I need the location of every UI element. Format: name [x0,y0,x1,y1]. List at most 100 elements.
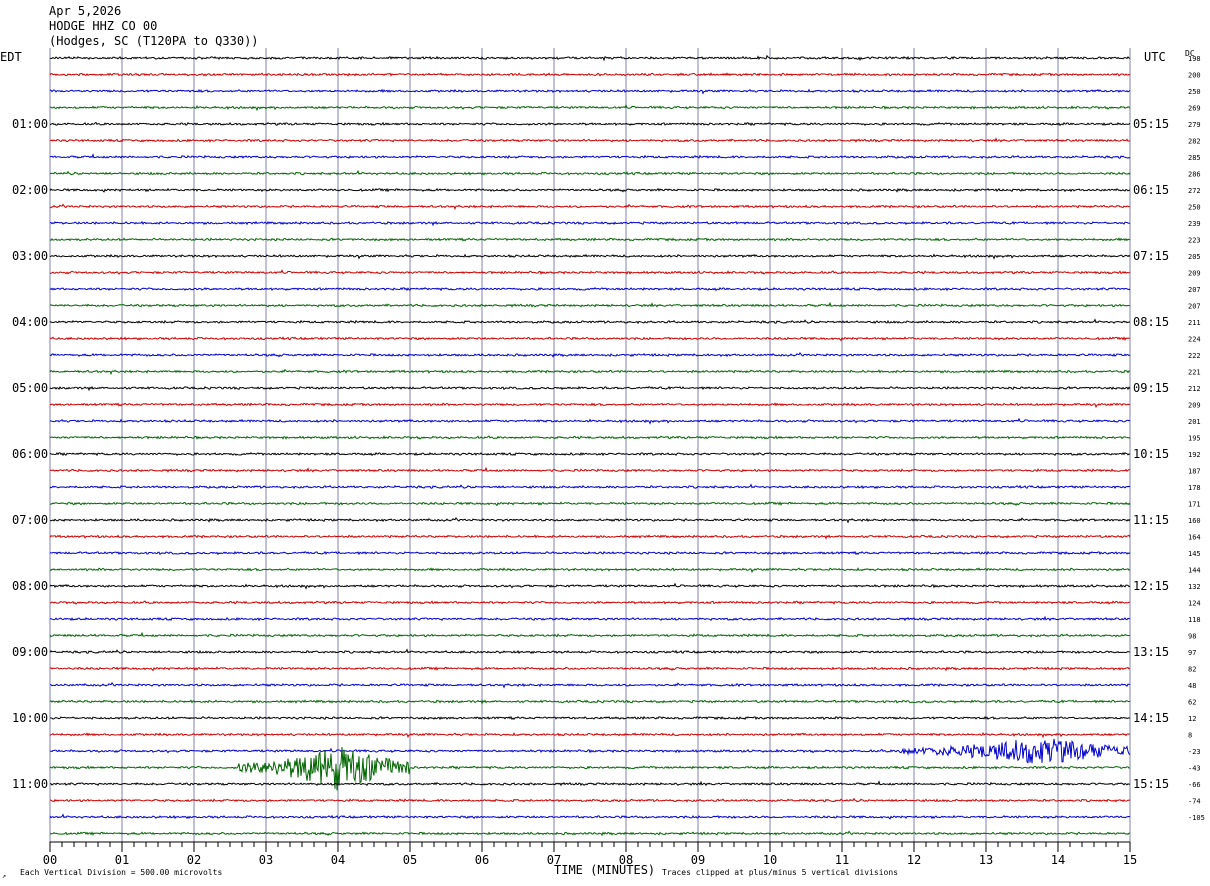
dc-offset-label: 97 [1188,649,1196,657]
trace-row-11 [49,237,1131,242]
trace-row-13 [49,269,1131,275]
trace-row-25 [49,466,1131,473]
dc-offset-label: -23 [1188,748,1201,756]
trace-row-40 [49,715,1131,721]
grid-lines [49,48,1131,842]
dc-offset-label: 209 [1188,402,1201,410]
trace-row-18 [49,351,1131,358]
dc-offset-label: 192 [1188,451,1201,459]
trace-row-3 [49,104,1131,112]
helicorder-chart: 01:00 02:00 03:00 04:00 05:00 06:00 07:00 08:00… [0,48,1205,880]
trace-row-33 [49,600,1131,605]
trace-row-21 [49,402,1131,409]
dc-offset-label: -105 [1188,814,1205,822]
dc-offset-label: 250 [1188,88,1201,96]
x-tick-label: 12 [907,853,921,867]
left-time-label: 02:00 [12,183,48,197]
trace-row-46 [49,813,1131,820]
trace-row-29 [49,534,1131,540]
x-tick-label: 15 [1123,853,1137,867]
dc-offset-label: 269 [1188,105,1201,113]
trace-row-37 [49,666,1131,672]
trace-row-17 [49,336,1131,342]
right-time-label: 06:15 [1133,183,1169,197]
dc-offset-label: 207 [1188,303,1201,311]
right-time-label: 14:15 [1133,711,1169,725]
scale-note: Each Vertical Division = 500.00 microvol… [20,868,222,877]
left-time-label: 05:00 [12,381,48,395]
dc-offset-label: 200 [1188,72,1201,80]
x-tick-label: 00 [43,853,57,867]
trace-row-15 [49,301,1131,308]
corner-mark: ↗ [2,872,6,880]
left-time-label: 08:00 [12,579,48,593]
trace-row-34 [49,615,1131,622]
trace-row-4 [49,121,1131,127]
dc-offset-label: 272 [1188,187,1201,195]
clip-note: Traces clipped at plus/minus 5 vertical … [662,868,898,877]
trace-row-32 [49,582,1131,590]
x-tick-label: 11 [835,853,849,867]
dc-offset-label: 285 [1188,154,1201,162]
trace-row-22 [50,417,1131,425]
dc-offset-label: 8 [1188,732,1192,740]
right-time-label: 07:15 [1133,249,1169,263]
right-time-label: 11:15 [1133,513,1169,527]
trace-row-28 [49,516,1131,524]
right-timezone-label: UTC [1144,50,1166,64]
dc-offset-label: 82 [1188,666,1196,674]
x-tick-label: 14 [1051,853,1065,867]
left-time-label: 09:00 [12,645,48,659]
trace-row-2 [49,88,1131,95]
dc-offset-label: 124 [1188,600,1201,608]
dc-offset-label: 239 [1188,220,1201,228]
dc-offset-label: 221 [1188,369,1201,377]
right-time-label: 15:15 [1133,777,1169,791]
trace-row-10 [49,220,1131,227]
x-tick-label: 03 [259,853,273,867]
trace-row-47 [49,830,1131,837]
trace-row-6 [49,153,1131,160]
dc-offset-label: 132 [1188,583,1201,591]
dc-offset-label: 164 [1188,534,1201,542]
trace-row-45 [49,797,1131,803]
x-tick-label: 04 [331,853,345,867]
trace-row-35 [49,631,1131,638]
seismic-traces [49,54,1131,837]
x-tick-label: 09 [691,853,705,867]
x-tick-label: 13 [979,853,993,867]
dc-offset-label: 211 [1188,319,1201,327]
left-time-label: 10:00 [12,711,48,725]
dc-offset-label: 222 [1188,352,1201,360]
dc-offset-label: 207 [1188,286,1201,294]
dc-offset-label: 160 [1188,517,1201,525]
trace-row-27 [49,501,1131,507]
right-time-label: 10:15 [1133,447,1169,461]
dc-offset-label: 282 [1188,138,1201,146]
left-time-label: 06:00 [12,447,48,461]
dc-offset-label: 205 [1188,253,1201,261]
x-tick-label: 01 [115,853,129,867]
trace-row-16 [49,318,1131,325]
dc-offset-labels: 1982002502692792822852862722502392232052… [1188,55,1205,822]
trace-row-14 [49,286,1131,292]
dc-offset-label: 195 [1188,435,1201,443]
dc-offset-label: 144 [1188,567,1201,575]
dc-offset-label: 62 [1188,699,1196,707]
x-axis-title: TIME (MINUTES) [554,863,655,877]
left-time-label: 04:00 [12,315,48,329]
dc-offset-label: 12 [1188,715,1196,723]
dc-offset-label: -43 [1188,765,1201,773]
dc-offset-label: 187 [1188,468,1201,476]
trace-row-38 [49,681,1131,689]
right-time-label: 13:15 [1133,645,1169,659]
trace-row-36 [49,648,1131,655]
trace-row-9 [49,203,1131,211]
trace-row-5 [49,137,1131,143]
trace-row-30 [49,550,1131,556]
right-time-labels: 05:15 06:15 07:15 08:15 09:15 10:15 11:15 12:15… [1133,117,1169,791]
dc-offset-label: 118 [1188,616,1201,624]
dc-offset-label: 224 [1188,336,1201,344]
dc-offset-label: 212 [1188,385,1201,393]
x-tick-label: 10 [763,853,777,867]
